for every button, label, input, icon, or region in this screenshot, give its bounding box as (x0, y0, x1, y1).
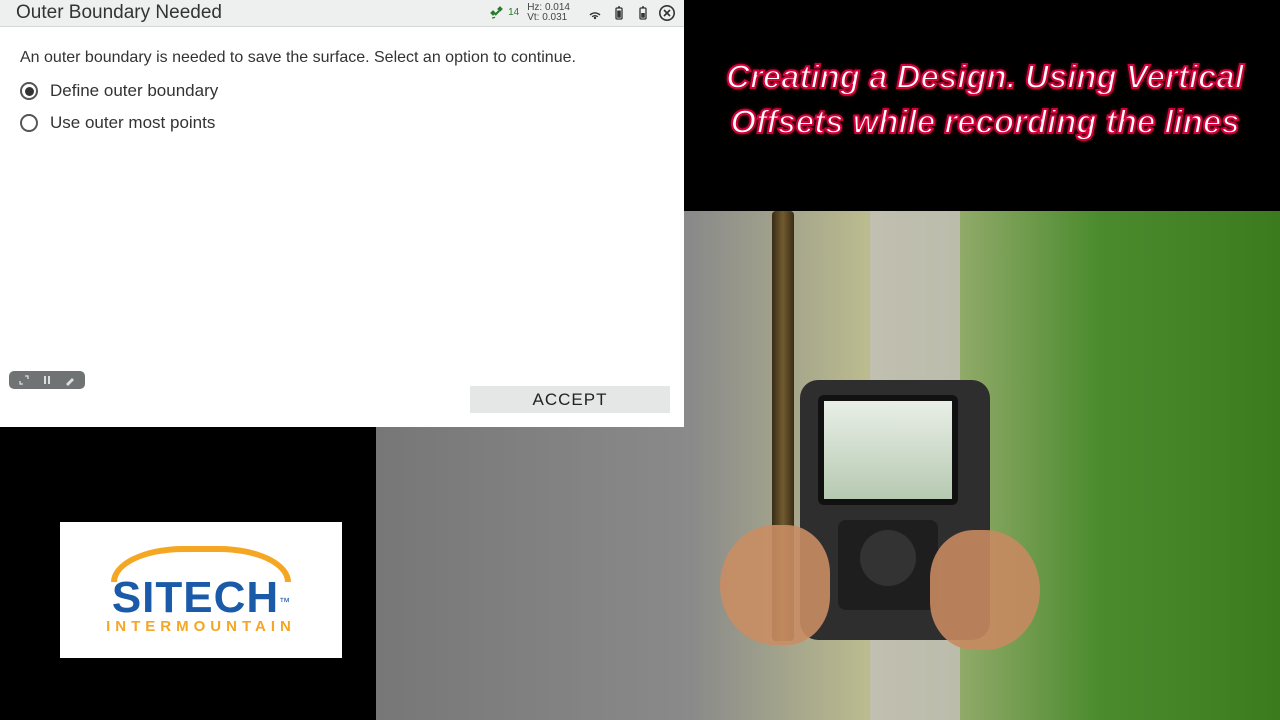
close-button[interactable] (658, 4, 676, 22)
option-use-outer-points[interactable]: Use outer most points (20, 113, 664, 133)
page-title: Outer Boundary Needed (16, 2, 222, 24)
hz-value: 0.014 (545, 2, 570, 13)
app-panel: Outer Boundary Needed 14 Hz: 0.014 Vt: 0… (0, 0, 684, 427)
hand-right (930, 530, 1040, 650)
handheld-dpad (860, 530, 916, 586)
logo-tm: ™ (279, 596, 290, 608)
option-label: Use outer most points (50, 113, 215, 133)
hand-left (720, 525, 830, 645)
hz-label: Hz: (527, 2, 542, 13)
precision-readout[interactable]: Hz: 0.014 Vt: 0.031 (527, 3, 570, 24)
title-line2: Offsets while recording the lines (730, 103, 1239, 140)
corrections-icon[interactable] (586, 4, 604, 22)
vt-label: Vt: (527, 12, 539, 23)
app-body: An outer boundary is needed to save the … (0, 27, 684, 133)
option-define-boundary[interactable]: Define outer boundary (20, 81, 664, 101)
satellite-icon[interactable] (488, 4, 506, 22)
radio-icon (20, 82, 38, 100)
option-label: Define outer boundary (50, 81, 218, 101)
vt-value: 0.031 (542, 12, 567, 23)
draw-icon[interactable] (63, 374, 77, 386)
accept-button[interactable]: ACCEPT (470, 386, 670, 413)
instruction-text: An outer boundary is needed to save the … (20, 49, 664, 67)
recording-control-bar (9, 371, 85, 389)
title-line1: Creating a Design. Using Vertical (726, 58, 1244, 95)
battery-controller-icon[interactable] (634, 4, 652, 22)
video-title-overlay: Creating a Design. Using Vertical Offset… (700, 55, 1270, 144)
battery-receiver-icon[interactable] (610, 4, 628, 22)
logo-main-text: SITECH (112, 573, 279, 622)
expand-icon[interactable] (17, 374, 31, 386)
handheld-screen (818, 395, 958, 505)
accept-label: ACCEPT (533, 390, 608, 410)
sitech-logo: SITECH™ INTERMOUNTAIN (60, 522, 342, 658)
satellite-count: 14 (508, 8, 519, 18)
pause-icon[interactable] (40, 374, 54, 386)
radio-icon (20, 114, 38, 132)
logo-sub-text: INTERMOUNTAIN (106, 618, 296, 635)
app-header: Outer Boundary Needed 14 Hz: 0.014 Vt: 0… (0, 0, 684, 27)
